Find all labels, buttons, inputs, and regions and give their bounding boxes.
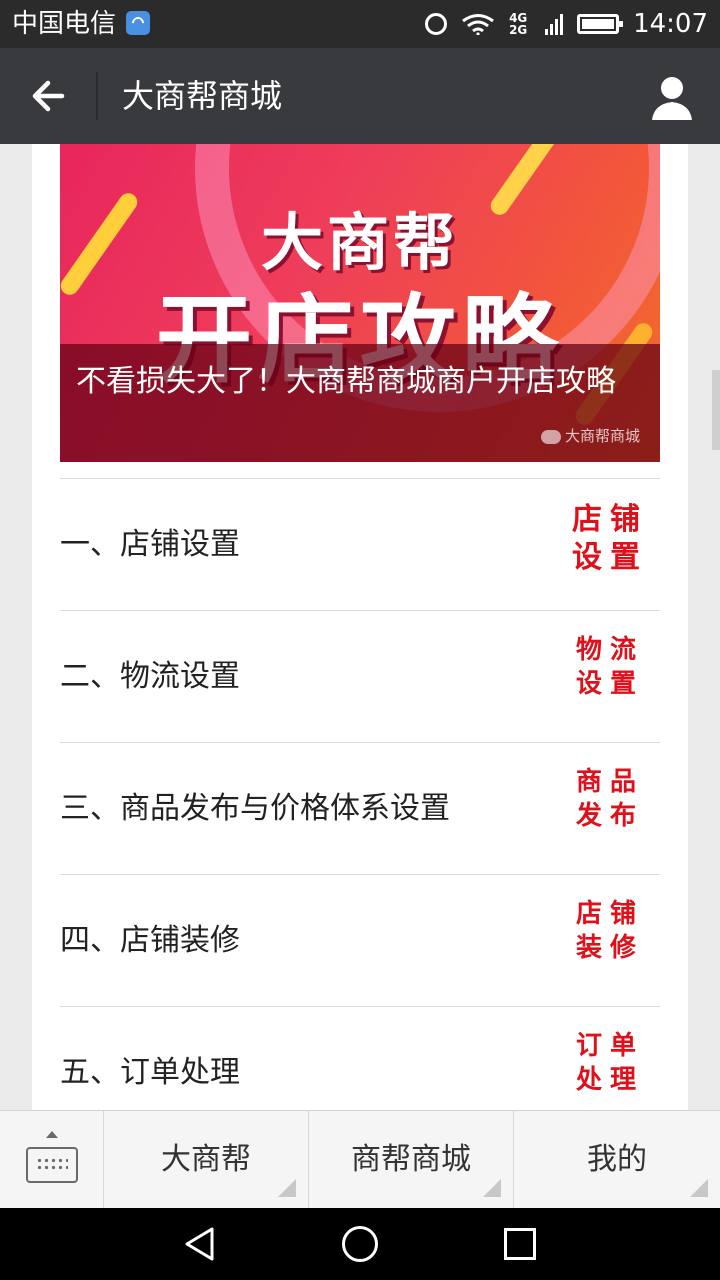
source-tag: 大商帮商城 xyxy=(540,425,640,446)
bottom-menu: 大商帮 商帮商城 我的 xyxy=(0,1110,720,1209)
nav-recents-icon[interactable] xyxy=(504,1228,536,1260)
nav-back-icon[interactable] xyxy=(182,1226,218,1262)
user-profile-icon[interactable] xyxy=(648,74,696,122)
thumbnail-text: 物流设置 xyxy=(575,635,644,699)
banner-caption-overlay: 不看损失大了！大商帮商城商户开店攻略 大商帮商城 xyxy=(60,344,660,462)
battery-icon xyxy=(577,14,624,34)
list-item-thumbnail: 订单处理 xyxy=(560,1025,660,1110)
source-tag-label: 大商帮商城 xyxy=(564,427,640,445)
menu-button-label: 大商帮 xyxy=(161,1142,251,1177)
wechat-icon xyxy=(540,429,561,444)
menu-button-shop[interactable]: 商帮商城 xyxy=(309,1111,514,1209)
thumbnail-text: 店铺装修 xyxy=(575,899,644,963)
list-item[interactable]: 五、订单处理 订单处理 xyxy=(60,1006,660,1110)
status-icons: 4G 2G 14:07 xyxy=(425,6,708,42)
thumbnail-text: 店铺设置 xyxy=(572,502,648,575)
signal-icon xyxy=(545,14,564,35)
carrier-label: 中国电信 xyxy=(12,9,117,39)
submenu-indicator-icon xyxy=(278,1179,296,1197)
chevron-up-icon xyxy=(46,1131,58,1138)
list-item[interactable]: 二、物流设置 物流设置 xyxy=(60,610,660,742)
list-item-title: 四、店铺装修 xyxy=(60,923,240,958)
article-title: 不看损失大了！大商帮商城商户开店攻略 xyxy=(76,364,616,399)
page-title: 大商帮商城 xyxy=(122,77,283,115)
list-item[interactable]: 三、商品发布与价格体系设置 商品发布 xyxy=(60,742,660,874)
system-nav-bar xyxy=(0,1208,720,1280)
menu-button-dashangbang[interactable]: 大商帮 xyxy=(104,1111,309,1209)
list-item-title: 三、商品发布与价格体系设置 xyxy=(60,791,450,826)
title-divider xyxy=(96,72,98,120)
thumbnail-text: 订单处理 xyxy=(575,1031,644,1095)
keyboard-toggle-button[interactable] xyxy=(0,1111,104,1209)
clock: 14:07 xyxy=(633,9,708,39)
list-item-thumbnail: 商品发布 xyxy=(560,761,660,857)
list-item-title: 二、物流设置 xyxy=(60,659,240,694)
article-page: 大商帮 开店攻略 不看损失大了！大商帮商城商户开店攻略 大商帮商城 一、店铺设置… xyxy=(32,144,688,1110)
wifi-icon xyxy=(462,14,494,35)
submenu-indicator-icon xyxy=(483,1179,501,1197)
back-arrow-icon[interactable] xyxy=(24,72,72,120)
status-bar: 中国电信 4G 2G 14:07 xyxy=(0,0,720,48)
list-item-title: 五、订单处理 xyxy=(60,1055,240,1090)
list-item-thumbnail: 物流设置 xyxy=(560,629,660,725)
alarm-icon xyxy=(425,13,448,35)
carrier-badge-icon xyxy=(126,11,150,35)
submenu-indicator-icon xyxy=(690,1179,708,1197)
menu-button-mine[interactable]: 我的 xyxy=(514,1111,720,1209)
menu-button-label: 我的 xyxy=(587,1142,647,1177)
article-banner[interactable]: 大商帮 开店攻略 不看损失大了！大商帮商城商户开店攻略 大商帮商城 xyxy=(60,144,660,462)
keyboard-icon xyxy=(26,1147,78,1183)
thumbnail-text: 商品发布 xyxy=(575,767,644,831)
scrollbar[interactable] xyxy=(712,370,720,450)
list-item-thumbnail: 店铺装修 xyxy=(560,893,660,989)
menu-button-label: 商帮商城 xyxy=(351,1142,471,1177)
title-bar: 大商帮商城 xyxy=(0,48,720,144)
list-item[interactable]: 四、店铺装修 店铺装修 xyxy=(60,874,660,1006)
list-item[interactable]: 一、店铺设置 店铺设置 xyxy=(60,478,660,610)
list-item-thumbnail: 店铺设置 xyxy=(560,497,660,593)
nav-home-icon[interactable] xyxy=(342,1226,378,1262)
network-type-label: 4G 2G xyxy=(509,11,528,37)
list-item-title: 一、店铺设置 xyxy=(60,527,240,562)
article-list: 一、店铺设置 店铺设置 二、物流设置 物流设置 三、商品发布与价格体系设置 商品… xyxy=(60,478,660,1110)
